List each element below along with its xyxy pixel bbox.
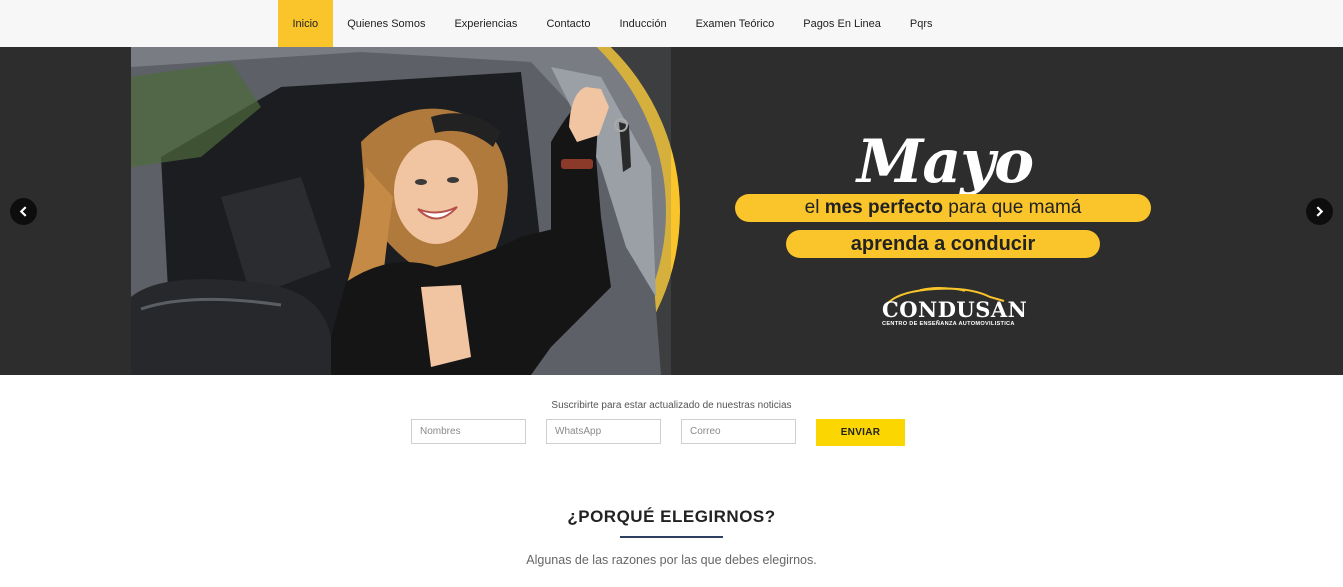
- logo-tagline: CENTRO DE ENSEÑANZA AUTOMOVILISTICA: [882, 321, 1015, 327]
- top-navbar: Inicio Quienes Somos Experiencias Contac…: [0, 0, 1343, 47]
- email-input[interactable]: [681, 419, 796, 444]
- slider-next-button[interactable]: [1306, 198, 1333, 225]
- slider-prev-button[interactable]: [10, 198, 37, 225]
- logo-brand-name: CONDUSAN: [882, 297, 1028, 322]
- hero-slider: Mayo el mes perfecto para que mamá apren…: [0, 47, 1343, 375]
- why-us-subtitle: Algunas de las razones por las que debes…: [526, 553, 817, 567]
- condusan-logo: CONDUSAN CENTRO DE ENSEÑANZA AUTOMOVILIS…: [880, 285, 1027, 333]
- promo-tagline-line-2: aprenda a conducir: [786, 230, 1100, 258]
- name-input[interactable]: [411, 419, 526, 444]
- promo-tagline-highlight: mes perfecto: [824, 197, 943, 218]
- nav-menu: Inicio Quienes Somos Experiencias Contac…: [278, 0, 947, 47]
- promo-tagline-line-1: el mes perfecto para que mamá: [735, 194, 1151, 222]
- promo-month-title: Mayo: [856, 127, 1034, 197]
- heading-divider: [620, 536, 723, 538]
- nav-item-pqrs[interactable]: Pqrs: [895, 0, 947, 47]
- nav-item-quienes-somos[interactable]: Quienes Somos: [333, 0, 440, 47]
- promo-tagline-prefix: el: [804, 197, 825, 218]
- slide-photo-woman-in-car: [131, 47, 681, 375]
- nav-item-examen-teorico[interactable]: Examen Teórico: [681, 0, 789, 47]
- nav-item-experiencias[interactable]: Experiencias: [440, 0, 532, 47]
- nav-item-inicio[interactable]: Inicio: [278, 0, 333, 47]
- promo-tagline-suffix: para que mamá: [943, 197, 1082, 218]
- why-us-heading: ¿PORQUÉ ELEGIRNOS?: [567, 507, 776, 526]
- chevron-left-icon: [19, 206, 27, 217]
- whatsapp-input[interactable]: [546, 419, 661, 444]
- subscribe-title: Suscribirte para estar actualizado de nu…: [551, 400, 792, 411]
- nav-item-contacto[interactable]: Contacto: [532, 0, 605, 47]
- send-button[interactable]: ENVIAR: [816, 419, 905, 446]
- chevron-right-icon: [1316, 206, 1324, 217]
- nav-item-pagos-en-linea[interactable]: Pagos En Linea: [789, 0, 896, 47]
- nav-item-induccion[interactable]: Inducción: [605, 0, 681, 47]
